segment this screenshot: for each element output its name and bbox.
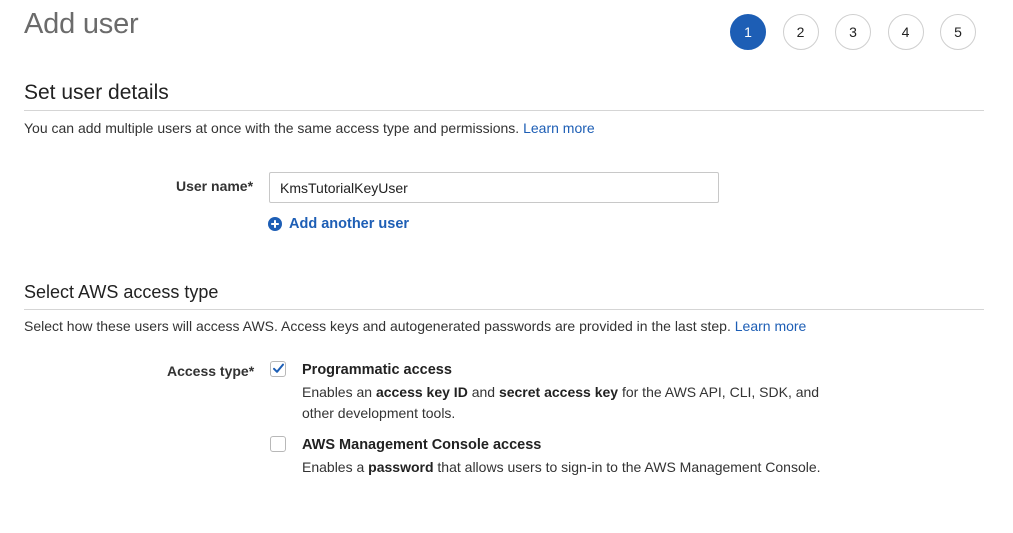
programmatic-access-checkbox[interactable]	[270, 361, 286, 377]
section-divider	[24, 110, 984, 111]
wizard-steps: 1 2 3 4 5	[730, 14, 993, 50]
section-title-user-details: Set user details	[24, 81, 169, 104]
programmatic-access-label: Programmatic access	[302, 362, 452, 378]
console-access-checkbox[interactable]	[270, 436, 286, 452]
step-2[interactable]: 2	[782, 14, 819, 50]
checkmark-icon	[273, 363, 284, 373]
section-divider	[24, 309, 984, 310]
page-title: Add user	[24, 8, 139, 40]
learn-more-link[interactable]: Learn more	[735, 318, 807, 334]
console-access-label: AWS Management Console access	[302, 437, 542, 453]
learn-more-link[interactable]: Learn more	[523, 120, 595, 136]
access-type-description: Select how these users will access AWS. …	[24, 318, 806, 334]
user-details-description-text: You can add multiple users at once with …	[24, 120, 520, 136]
step-3[interactable]: 3	[835, 14, 871, 50]
step-4[interactable]: 4	[887, 14, 924, 50]
section-title-access-type: Select AWS access type	[24, 282, 219, 302]
user-details-description: You can add multiple users at once with …	[24, 120, 595, 136]
add-another-user-button[interactable]: Add another user	[268, 216, 409, 232]
user-name-label: User name*	[176, 178, 254, 194]
console-access-description: Enables a password that allows users to …	[302, 459, 821, 475]
plus-circle-icon	[268, 217, 282, 231]
user-name-input[interactable]	[269, 172, 719, 203]
access-type-label: Access type*	[167, 363, 255, 379]
step-1[interactable]: 1	[730, 14, 766, 50]
programmatic-access-description: Enables an access key ID and secret acce…	[302, 384, 820, 421]
add-another-user-label: Add another user	[289, 216, 410, 232]
access-type-description-text: Select how these users will access AWS. …	[24, 318, 731, 334]
step-5[interactable]: 5	[940, 14, 976, 50]
